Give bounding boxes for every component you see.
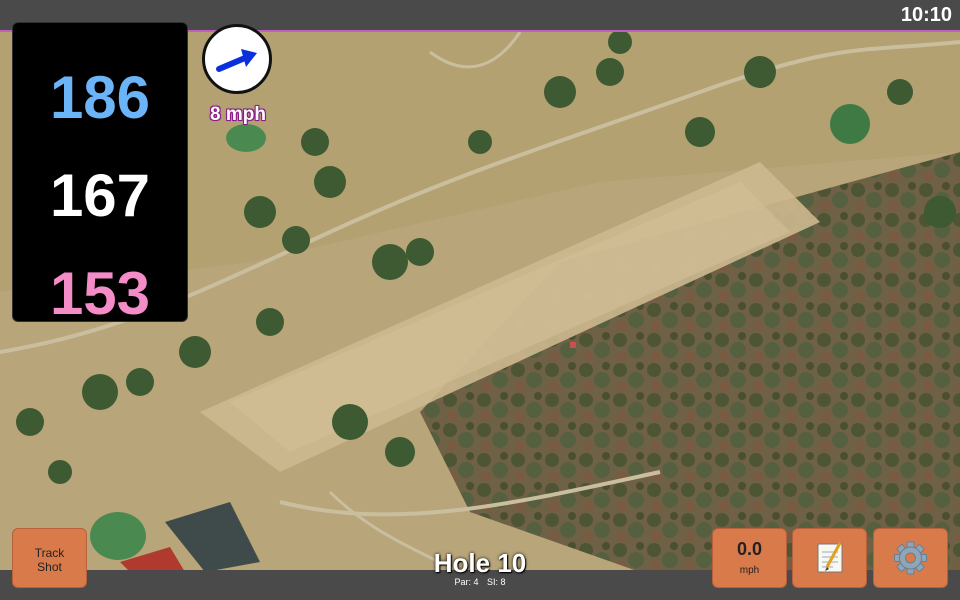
wind-indicator[interactable] <box>202 24 272 94</box>
speed-button[interactable]: 0.0 mph <box>712 528 787 588</box>
settings-button[interactable] <box>873 528 948 588</box>
hole-info: Par: 4 SI: 8 <box>380 577 580 587</box>
track-shot-label-line1: Track <box>34 546 65 560</box>
distance-front: 153 <box>49 260 151 327</box>
clock: 10:10 <box>900 4 952 26</box>
wind-direction-arrow-icon <box>216 49 257 72</box>
wind-speed: 8 mph <box>210 104 266 125</box>
notepad-icon <box>817 542 843 573</box>
track-shot-label-line2: Shot <box>37 560 62 574</box>
distance-middle: 167 <box>49 162 151 229</box>
track-shot-button[interactable]: Track Shot <box>12 528 87 588</box>
distance-back: 186 <box>49 64 151 131</box>
hole-title: Hole 10 <box>433 548 527 578</box>
hole-par: Par: 4 <box>454 577 479 587</box>
hole-si: SI: 8 <box>487 577 506 587</box>
gear-icon <box>894 541 927 575</box>
speed-value: 0.0 <box>736 539 763 559</box>
distance-panel: 186 167 153 <box>12 22 188 327</box>
speed-unit: mph <box>739 565 760 576</box>
notes-button[interactable] <box>792 528 867 588</box>
